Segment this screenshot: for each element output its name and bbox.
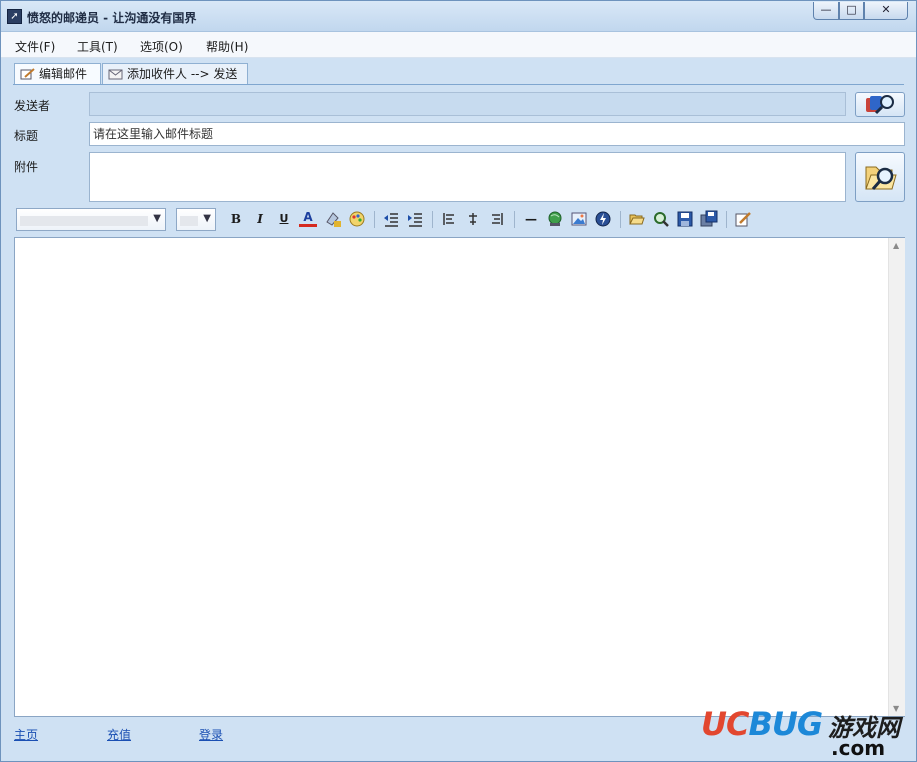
insert-image-icon[interactable] xyxy=(570,210,588,228)
attachment-label: 附件 xyxy=(14,160,39,174)
italic-icon[interactable]: I xyxy=(251,210,269,228)
increase-indent-icon[interactable] xyxy=(406,210,424,228)
folder-search-icon xyxy=(865,166,897,190)
chevron-down-icon: ▼ xyxy=(203,213,211,224)
paper-plane-icon: ➚ xyxy=(7,9,22,24)
toolbar-separator xyxy=(432,211,433,228)
open-file-icon[interactable] xyxy=(628,210,646,228)
format-toolbar: ▼ ▼ B I U A — xyxy=(14,205,905,233)
home-link[interactable]: 主页 xyxy=(14,726,38,743)
toolbar-separator xyxy=(514,211,515,228)
main-window: ➚ 愤怒的邮递员 - 让沟通没有国界 — □ ✕ 文件(F) 工具(T) 选项(… xyxy=(0,0,917,762)
select-sender-button[interactable] xyxy=(855,92,905,117)
menu-bar: 文件(F) 工具(T) 选项(O) 帮助(H) xyxy=(1,32,916,58)
tab-edit-mail[interactable]: 编辑邮件 xyxy=(14,63,101,85)
toolbar-separator xyxy=(620,211,621,228)
align-center-icon[interactable] xyxy=(464,210,482,228)
watermark-brand-bug: BUG xyxy=(748,705,823,743)
toolbar-separator xyxy=(374,211,375,228)
subject-label: 标题 xyxy=(14,129,39,143)
menu-help[interactable]: 帮助(H) xyxy=(206,38,248,55)
attachment-list[interactable] xyxy=(89,152,846,202)
ucbug-watermark: UCBUG 游戏网 .com xyxy=(701,705,913,760)
contacts-search-icon xyxy=(866,95,894,115)
recharge-link[interactable]: 充值 xyxy=(107,726,131,743)
horizontal-rule-icon[interactable]: — xyxy=(522,210,540,228)
watermark-brand: UCBUG xyxy=(701,705,823,743)
close-button[interactable]: ✕ xyxy=(864,2,908,20)
tab-edit-mail-label: 编辑邮件 xyxy=(39,67,88,81)
subject-input[interactable]: 请在这里输入邮件标题 xyxy=(89,122,905,146)
login-link[interactable]: 登录 xyxy=(199,726,223,743)
palette-icon[interactable] xyxy=(348,210,366,228)
font-name-value xyxy=(20,216,148,226)
align-right-icon[interactable] xyxy=(488,210,506,228)
tab-divider xyxy=(13,84,904,85)
toolbar-separator xyxy=(726,211,727,228)
watermark-domain: .com xyxy=(831,736,886,760)
highlight-color-icon[interactable] xyxy=(324,210,342,228)
envelope-icon xyxy=(108,69,123,80)
save-icon[interactable] xyxy=(676,210,694,228)
window-title: 愤怒的邮递员 - 让沟通没有国界 xyxy=(27,11,197,25)
menu-file[interactable]: 文件(F) xyxy=(15,38,55,55)
font-size-value xyxy=(180,216,198,226)
minimize-button[interactable]: — xyxy=(813,2,839,20)
underline-icon[interactable]: U xyxy=(275,210,293,228)
message-body-editor[interactable] xyxy=(14,237,905,717)
chevron-down-icon: ▼ xyxy=(153,213,161,224)
font-size-select[interactable]: ▼ xyxy=(176,208,216,231)
menu-tools[interactable]: 工具(T) xyxy=(77,38,118,55)
font-name-select[interactable]: ▼ xyxy=(16,208,166,231)
title-bar[interactable]: ➚ 愤怒的邮递员 - 让沟通没有国界 — □ ✕ xyxy=(1,1,916,32)
align-left-icon[interactable] xyxy=(440,210,458,228)
preview-icon[interactable] xyxy=(652,210,670,228)
watermark-brand-uc: UC xyxy=(701,705,749,743)
bold-icon[interactable]: B xyxy=(227,210,245,228)
maximize-button[interactable]: □ xyxy=(839,2,864,20)
sender-label: 发送者 xyxy=(14,99,51,113)
insert-link-icon[interactable] xyxy=(546,210,564,228)
edit-mail-icon xyxy=(20,68,35,80)
scroll-up-icon[interactable]: ▲ xyxy=(893,241,899,250)
tab-add-recipients-send[interactable]: 添加收件人 --> 发送 xyxy=(102,63,248,85)
insert-flash-icon[interactable] xyxy=(594,210,612,228)
decrease-indent-icon[interactable] xyxy=(382,210,400,228)
menu-options[interactable]: 选项(O) xyxy=(140,38,183,55)
add-attachment-button[interactable] xyxy=(855,152,905,202)
save-as-icon[interactable] xyxy=(700,210,718,228)
sender-field[interactable] xyxy=(89,92,846,116)
tab-add-recipients-label: 添加收件人 --> 发送 xyxy=(127,67,238,81)
edit-source-icon[interactable] xyxy=(734,210,752,228)
editor-scrollbar[interactable]: ▲ ▼ xyxy=(888,238,905,716)
font-color-icon[interactable]: A xyxy=(299,210,317,227)
